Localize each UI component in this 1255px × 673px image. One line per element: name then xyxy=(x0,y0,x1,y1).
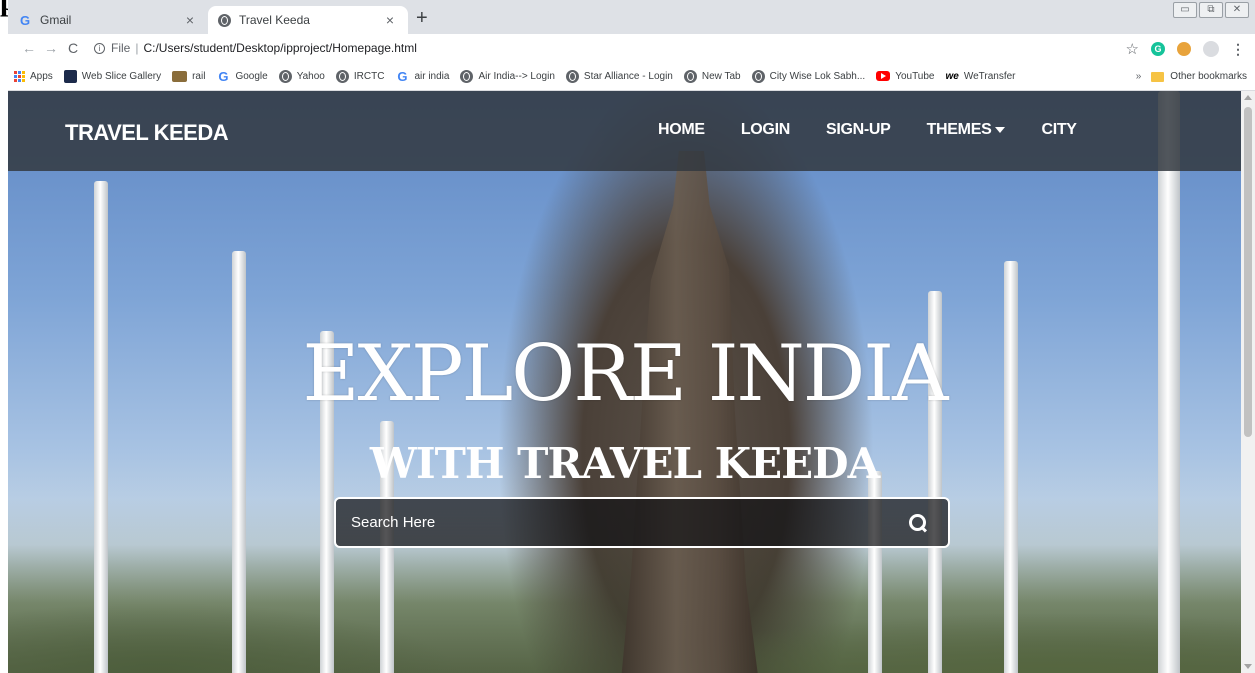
scroll-down-icon[interactable] xyxy=(1244,664,1252,669)
bookmark-new-tab[interactable]: New Tab xyxy=(683,69,741,83)
profile-icon[interactable] xyxy=(1203,41,1219,57)
globe-icon xyxy=(683,69,697,83)
page-viewport: TRAVEL KEEDA HOME LOGIN SIGN-UP THEMES C… xyxy=(8,91,1241,673)
globe-icon xyxy=(460,69,474,83)
other-bookmarks[interactable]: Other bookmarks xyxy=(1170,71,1247,82)
site-brand[interactable]: TRAVEL KEEDA xyxy=(65,120,229,146)
web-slice-icon xyxy=(63,69,77,83)
background-pole xyxy=(94,181,108,673)
reload-icon[interactable]: C xyxy=(62,40,84,56)
address-separator: | xyxy=(135,41,139,55)
bookmark-label: Air India--> Login xyxy=(478,70,555,82)
bookmark-label: Yahoo xyxy=(296,70,325,82)
bookmark-apps[interactable]: Apps xyxy=(14,70,53,82)
kebab-menu-icon[interactable]: ⋮ xyxy=(1231,41,1245,58)
bookmark-label: Star Alliance - Login xyxy=(583,70,673,82)
tab-title: Travel Keeda xyxy=(239,13,310,27)
page-scrollbar[interactable] xyxy=(1241,91,1255,673)
site-nav-links: HOME LOGIN SIGN-UP THEMES CITY xyxy=(658,121,1077,139)
close-icon[interactable]: × xyxy=(182,12,198,28)
browser-chrome: G Gmail × Travel Keeda × + ▭ ⧉ ✕ ← → C i… xyxy=(8,0,1255,91)
tab-strip: G Gmail × Travel Keeda × + ▭ ⧉ ✕ xyxy=(8,0,1255,34)
bookmark-label: YouTube xyxy=(895,70,935,82)
bookmark-youtube[interactable]: YouTube xyxy=(876,71,934,82)
nav-sign-up[interactable]: SIGN-UP xyxy=(826,121,891,139)
browser-toolbar: ← → C i File | C:/Users/student/Desktop/… xyxy=(8,34,1255,62)
tab-gmail[interactable]: G Gmail × xyxy=(8,6,208,34)
window-controls: ▭ ⧉ ✕ xyxy=(1173,2,1249,18)
globe-icon xyxy=(218,13,231,27)
globe-icon xyxy=(565,69,579,83)
address-scheme: File xyxy=(111,41,131,55)
nav-city[interactable]: CITY xyxy=(1041,121,1077,139)
globe-icon xyxy=(278,69,292,83)
apps-grid-icon xyxy=(14,70,25,82)
new-tab-button[interactable]: + xyxy=(416,8,428,28)
grammarly-extension-icon[interactable]: G xyxy=(1151,42,1165,56)
search-box xyxy=(334,497,950,548)
scroll-up-icon[interactable] xyxy=(1244,95,1252,100)
bookmark-wetransfer[interactable]: we WeTransfer xyxy=(945,71,1015,82)
nav-login[interactable]: LOGIN xyxy=(741,121,790,139)
bookmark-label: air india xyxy=(414,70,450,82)
bookmark-air-india-login[interactable]: Air India--> Login xyxy=(460,69,555,83)
wetransfer-icon: we xyxy=(945,70,959,82)
bookmark-air-india[interactable]: G air india xyxy=(395,69,449,84)
back-icon[interactable]: ← xyxy=(18,40,40,56)
bookmarks-bar: Apps Web Slice Gallery rail G Google Yah… xyxy=(8,62,1255,91)
bookmark-label: New Tab xyxy=(701,70,741,82)
bookmark-label: Google xyxy=(235,70,268,82)
bookmark-rail[interactable]: rail xyxy=(172,70,206,82)
caret-down-icon xyxy=(995,126,1006,133)
toolbar-actions: ☆ G ⋮ xyxy=(1126,40,1245,59)
rail-icon xyxy=(172,70,188,82)
bookmarks-bar-right: » Other bookmarks xyxy=(1136,62,1247,91)
nav-themes[interactable]: THEMES xyxy=(927,121,1006,139)
bookmark-irctc[interactable]: IRCTC xyxy=(335,69,385,83)
search-button[interactable] xyxy=(888,499,948,546)
more-bookmarks-button[interactable]: » xyxy=(1136,71,1142,82)
bookmark-label: Apps xyxy=(30,70,53,82)
google-g-icon: G xyxy=(397,68,408,84)
bookmark-label: rail xyxy=(192,70,206,82)
bookmark-label: City Wise Lok Sabh... xyxy=(769,70,866,82)
hero-subtitle: WITH TRAVEL KEEDA xyxy=(369,439,880,488)
bookmark-web-slice-gallery[interactable]: Web Slice Gallery xyxy=(63,69,162,83)
tab-title: Gmail xyxy=(40,13,72,27)
bookmark-yahoo[interactable]: Yahoo xyxy=(278,69,325,83)
minimize-icon[interactable]: ▭ xyxy=(1173,2,1197,18)
window-close-icon[interactable]: ✕ xyxy=(1225,2,1249,18)
close-icon[interactable]: × xyxy=(382,12,398,28)
globe-icon xyxy=(335,69,349,83)
cookie-extension-icon[interactable] xyxy=(1177,42,1191,56)
folder-icon xyxy=(1151,71,1165,82)
nav-themes-label: THEMES xyxy=(926,121,992,138)
google-g-icon: G xyxy=(218,68,229,84)
bookmark-star-alliance[interactable]: Star Alliance - Login xyxy=(565,69,673,83)
bookmark-label: WeTransfer xyxy=(963,70,1016,82)
bookmark-label: IRCTC xyxy=(353,70,385,82)
google-g-icon: G xyxy=(19,12,31,28)
forward-icon[interactable]: → xyxy=(40,40,62,56)
globe-icon xyxy=(751,69,765,83)
address-path: C:/Users/student/Desktop/ipproject/Homep… xyxy=(143,41,417,55)
search-icon xyxy=(909,513,927,532)
bookmark-star-icon[interactable]: ☆ xyxy=(1126,40,1139,58)
address-bar[interactable]: i File | C:/Users/student/Desktop/ipproj… xyxy=(94,41,417,55)
hero-title: EXPLORE INDIA xyxy=(302,329,949,419)
restore-icon[interactable]: ⧉ xyxy=(1199,2,1223,18)
nav-home[interactable]: HOME xyxy=(658,121,705,139)
info-icon[interactable]: i xyxy=(94,42,105,54)
bookmark-google[interactable]: G Google xyxy=(216,69,267,84)
bookmark-city-wise-lok-sabha[interactable]: City Wise Lok Sabh... xyxy=(751,69,866,83)
site-navbar: TRAVEL KEEDA HOME LOGIN SIGN-UP THEMES C… xyxy=(8,91,1241,171)
tab-travel-keeda[interactable]: Travel Keeda × xyxy=(208,6,408,34)
bookmark-label: Web Slice Gallery xyxy=(81,70,162,82)
youtube-icon xyxy=(876,71,891,81)
search-input[interactable] xyxy=(336,499,888,546)
scroll-thumb[interactable] xyxy=(1244,107,1252,437)
